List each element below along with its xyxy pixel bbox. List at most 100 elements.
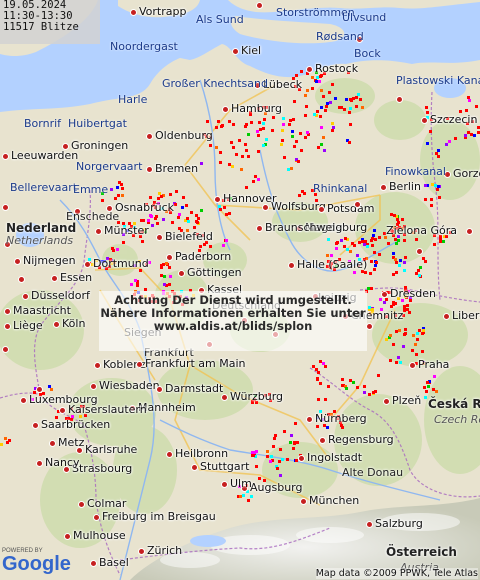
- city-dot-icon: [53, 321, 60, 328]
- strike-mark: [246, 154, 250, 158]
- city-label: Freiburg im Breisgau: [102, 510, 216, 523]
- city-dot-icon: [166, 254, 173, 261]
- strike-mark: [262, 117, 266, 121]
- city-dot-icon: [306, 416, 313, 423]
- strike-mark: [373, 267, 377, 271]
- strike-mark: [467, 131, 471, 135]
- city-label: Heilbronn: [175, 447, 229, 460]
- strike-mark: [165, 261, 169, 265]
- water-label: Huibertgat: [68, 117, 127, 130]
- strike-mark: [160, 273, 164, 277]
- strike-mark: [329, 101, 333, 105]
- city-dot-icon: [146, 166, 153, 173]
- strike-mark: [408, 311, 412, 315]
- water-label: Plastowski Kanał: [396, 74, 480, 87]
- strike-mark: [291, 135, 295, 139]
- city-dot-icon: [191, 464, 198, 471]
- city-label: Colmar: [87, 497, 127, 510]
- strike-mark: [396, 217, 400, 221]
- strike-mark: [321, 95, 325, 99]
- strike-mark: [199, 208, 203, 212]
- strike-mark: [434, 390, 438, 394]
- strike-mark: [334, 97, 338, 101]
- strike-mark: [174, 190, 178, 194]
- strike-mark: [332, 125, 336, 129]
- strike-mark: [338, 105, 342, 109]
- strike-mark: [303, 113, 307, 117]
- city-label: München: [309, 494, 360, 507]
- strike-mark: [377, 236, 381, 240]
- strike-mark: [293, 99, 297, 103]
- water-label: Bock: [354, 47, 381, 60]
- strike-mark: [430, 197, 434, 201]
- city-label: Gorzów Wielkopolski: [453, 167, 480, 180]
- city-dot-icon: [319, 437, 326, 444]
- strike-mark: [101, 199, 105, 203]
- city-dot-icon: [221, 394, 228, 401]
- strike-mark: [393, 238, 397, 242]
- strike-mark: [316, 397, 320, 401]
- strike-mark: [370, 243, 374, 247]
- strike-mark: [395, 260, 399, 264]
- city-label: Ulm: [230, 477, 252, 490]
- strike-mark: [264, 138, 268, 142]
- strike-mark: [374, 261, 378, 265]
- strike-mark: [392, 251, 396, 255]
- strike-mark: [177, 213, 181, 217]
- strike-mark: [262, 144, 266, 148]
- strike-mark: [224, 239, 228, 243]
- strike-mark: [240, 168, 244, 172]
- strike-mark: [314, 368, 318, 372]
- strike-mark: [418, 328, 422, 332]
- strike-mark: [300, 190, 304, 194]
- strike-mark: [366, 244, 370, 248]
- map-copyright[interactable]: Map data ©2009 PPWK, Tele Atlas: [315, 568, 478, 579]
- city-dot-icon: [64, 533, 71, 540]
- strike-mark: [120, 183, 124, 187]
- city-label: Regensburg: [328, 433, 394, 446]
- strike-mark: [289, 118, 293, 122]
- strike-mark: [316, 425, 320, 429]
- strike-mark: [362, 391, 366, 395]
- strike-mark: [370, 259, 374, 263]
- city-dot-icon: [300, 498, 307, 505]
- strike-mark: [49, 388, 53, 392]
- strike-mark: [396, 355, 400, 359]
- city-label: Darmstadt: [165, 382, 224, 395]
- city-label: Münster: [104, 224, 149, 237]
- strike-mark: [370, 238, 374, 242]
- strike-mark: [167, 266, 171, 270]
- strike-mark: [419, 265, 423, 269]
- strike-mark: [269, 454, 273, 458]
- city-dot-icon: [318, 206, 325, 213]
- city-dot-icon: [51, 275, 58, 282]
- lightning-map[interactable]: Kiel Lübeck Rostock Bremen Hamburg Oldenburg H…: [0, 0, 480, 580]
- strike-mark: [372, 390, 376, 394]
- city-dot-icon: [146, 133, 153, 140]
- city-label: Braunschweig: [265, 221, 343, 234]
- city-label: Potsdam: [327, 202, 375, 215]
- strike-mark: [256, 178, 260, 182]
- city-dot-icon: [2, 346, 9, 353]
- strike-mark: [424, 198, 428, 202]
- city-dot-icon: [366, 521, 373, 528]
- notice-link[interactable]: www.aldis.at/blids/splon: [99, 320, 367, 333]
- city-dot-icon: [221, 481, 228, 488]
- city-label: Nancy: [45, 456, 80, 469]
- service-notice: Achtung Der Dienst wird umgestellt. Nähe…: [99, 291, 367, 351]
- city-dot-icon: [90, 383, 97, 390]
- strike-mark: [303, 136, 307, 140]
- strike-mark: [293, 145, 296, 149]
- strike-mark: [209, 144, 213, 148]
- strike-mark: [245, 148, 249, 152]
- strike-mark: [181, 196, 185, 200]
- strike-mark: [278, 474, 282, 478]
- strike-mark: [402, 238, 406, 242]
- strike-mark: [436, 185, 440, 189]
- strike-mark: [330, 253, 334, 257]
- city-label: Lübeck: [263, 78, 303, 91]
- google-logo[interactable]: POWERED BY Google: [2, 548, 71, 575]
- city-label: Luxembourg: [29, 393, 98, 406]
- strike-mark: [255, 465, 259, 469]
- strike-mark: [315, 79, 319, 83]
